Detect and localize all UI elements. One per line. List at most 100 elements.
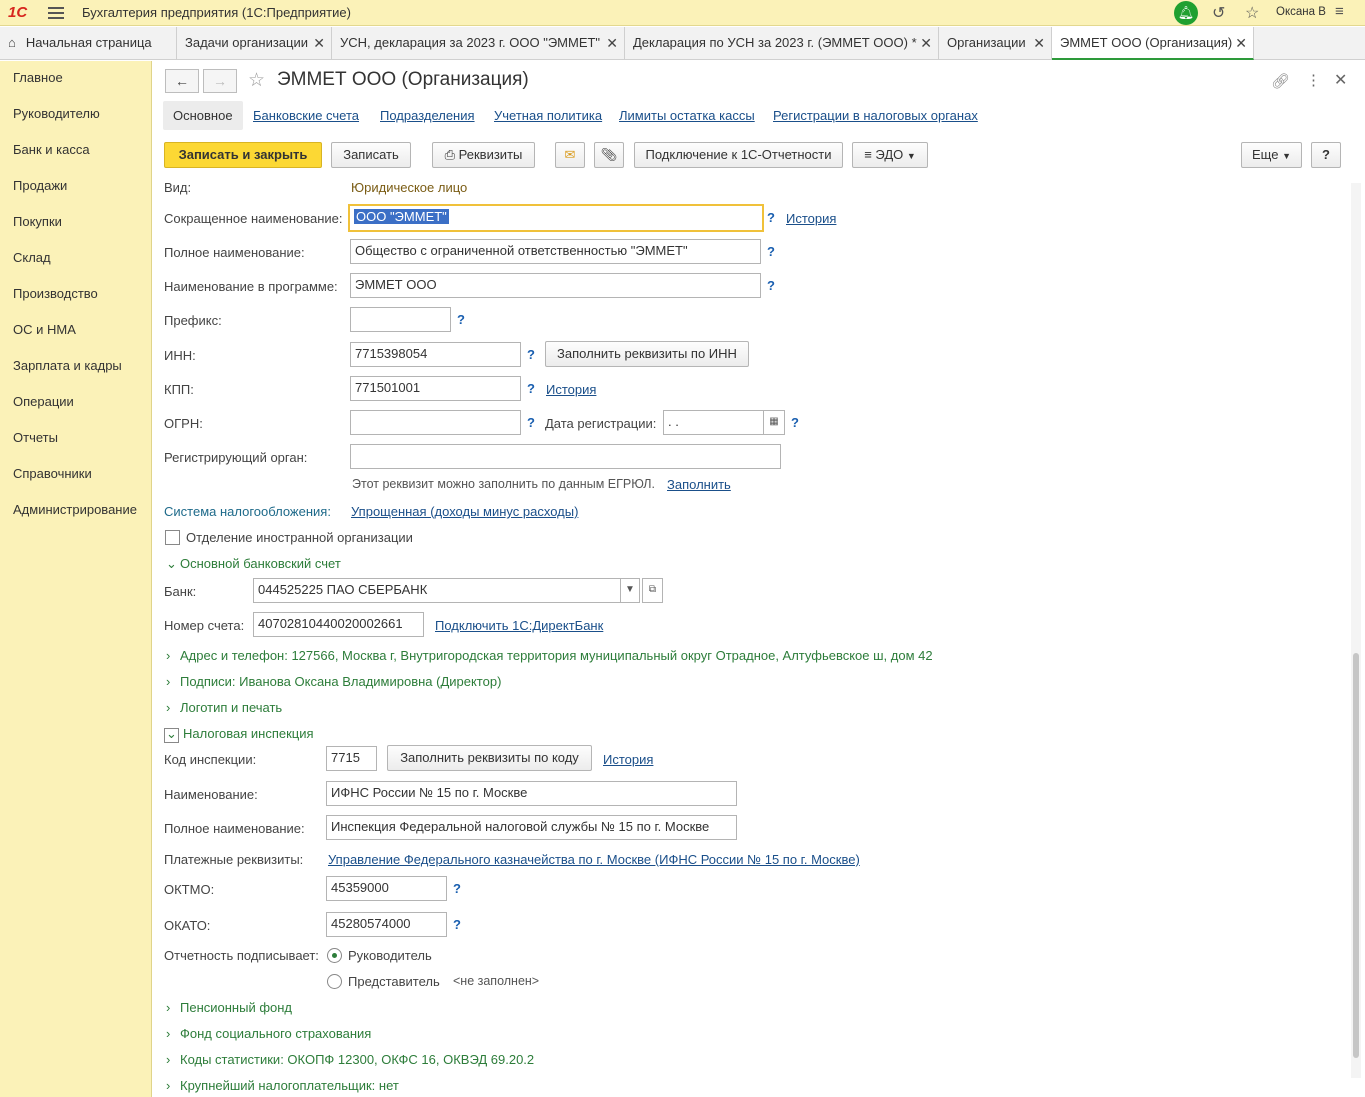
close-icon[interactable]: ✕ [920,27,932,59]
help-button[interactable]: ? [1311,142,1341,168]
signer-rep-radio[interactable] [327,974,342,989]
help-icon[interactable]: ? [767,210,775,225]
more-actions-icon[interactable]: ⋮ [1306,71,1321,89]
stat-codes-expander[interactable]: › Коды статистики: ОКОПФ 12300, ОКФС 16, … [166,1052,534,1067]
help-icon[interactable]: ? [453,881,461,896]
requisites-button[interactable]: ⎙ Реквизиты [432,142,535,168]
tab-usn-declaration[interactable]: УСН, декларация за 2023 г. ООО "ЭММЕТ" ✕ [332,27,625,60]
foreign-branch-checkbox[interactable] [165,530,180,545]
close-icon[interactable]: ✕ [313,27,325,59]
prefix-input[interactable] [350,307,451,332]
address-expander[interactable]: › Адрес и телефон: 127566, Москва г, Внут… [166,648,933,663]
scrollbar-thumb[interactable] [1353,653,1359,1058]
help-icon[interactable]: ? [527,381,535,396]
social-insurance-expander[interactable]: › Фонд социального страхования [166,1026,371,1041]
edo-button[interactable]: ≡ ЭДО ▼ [852,142,928,168]
close-icon[interactable]: ✕ [606,27,618,59]
vertical-scrollbar[interactable] [1351,183,1361,1078]
open-bank-icon[interactable]: ⧉ [642,578,663,603]
payment-details-link[interactable]: Управление Федерального казначейства по … [328,852,860,867]
inn-input[interactable]: 7715398054 [350,342,521,367]
reg-date-input[interactable]: . . [663,410,764,435]
logo-stamp-expander[interactable]: › Логотип и печать [166,700,282,715]
reg-org-input[interactable] [350,444,781,469]
tax-system-link[interactable]: Упрощенная (доходы минус расходы) [351,504,578,519]
email-icon[interactable]: ✉ [555,142,585,168]
tab-emmet-organization[interactable]: ЭММЕТ ООО (Организация) ✕ [1052,27,1254,60]
user-name[interactable]: Оксана В [1276,6,1326,18]
kpp-history-link[interactable]: История [546,382,596,397]
section-tab-subdivisions[interactable]: Подразделения [380,101,475,130]
kind-value[interactable]: Юридическое лицо [351,180,467,195]
help-icon[interactable]: ? [767,278,775,293]
history-icon[interactable]: ↺ [1212,3,1225,23]
kpp-input[interactable]: 771501001 [350,376,521,401]
section-tab-accounting-policy[interactable]: Учетная политика [494,101,602,130]
inspection-full-name-input[interactable]: Инспекция Федеральной налоговой службы №… [326,815,737,840]
forward-button[interactable]: → [203,69,237,93]
save-and-close-button[interactable]: Записать и закрыть [164,142,322,168]
inspection-history-link[interactable]: История [603,752,653,767]
pension-fund-expander[interactable]: › Пенсионный фонд [166,1000,292,1015]
sidebar-item-salary[interactable]: Зарплата и кадры [13,358,122,373]
help-icon[interactable]: ? [791,415,799,430]
short-name-input[interactable]: ООО "ЭММЕТ" [348,204,764,232]
section-tab-bank-accounts[interactable]: Банковские счета [253,101,359,130]
program-name-input[interactable]: ЭММЕТ ООО [350,273,761,298]
account-number-input[interactable]: 40702810440020002661 [253,612,424,637]
tab-home[interactable]: ⌂ Начальная страница [0,27,177,60]
sidebar-item-reports[interactable]: Отчеты [13,430,58,445]
ogrn-input[interactable] [350,410,521,435]
more-button[interactable]: Еще ▼ [1241,142,1302,168]
calendar-icon[interactable]: ▦ [763,410,785,435]
close-icon[interactable]: ✕ [1235,27,1247,58]
short-name-history-link[interactable]: История [786,211,836,226]
signer-head-radio[interactable] [327,948,342,963]
fill-by-inn-button[interactable]: Заполнить реквизиты по ИНН [545,341,749,367]
sidebar-item-administration[interactable]: Администрирование [13,502,137,517]
bank-input[interactable]: 044525225 ПАО СБЕРБАНК [253,578,621,603]
directbank-link[interactable]: Подключить 1С:ДиректБанк [435,618,603,633]
sidebar-item-warehouse[interactable]: Склад [13,250,51,265]
section-tab-main[interactable]: Основное [163,101,243,130]
notification-bell-icon[interactable]: 🔔︎ [1174,1,1198,25]
largest-taxpayer-expander[interactable]: › Крупнейший налогоплательщик: нет [166,1078,399,1093]
fill-by-code-button[interactable]: Заполнить реквизиты по коду [387,745,592,771]
okato-input[interactable]: 45280574000 [326,912,447,937]
main-menu-icon[interactable] [48,4,64,20]
tax-office-expander[interactable]: ⌄ Налоговая инспекция [164,726,314,743]
close-icon[interactable]: ✕ [1033,27,1045,59]
help-icon[interactable]: ? [767,244,775,259]
section-tab-cash-limits[interactable]: Лимиты остатка кассы [619,101,755,130]
sidebar-item-production[interactable]: Производство [13,286,98,301]
attachment-icon[interactable]: 📎︎ [594,142,624,168]
sidebar-item-manager[interactable]: Руководителю [13,106,100,121]
tab-declaration-doc[interactable]: Декларация по УСН за 2023 г. (ЭММЕТ ООО)… [625,27,939,60]
sidebar-item-main[interactable]: Главное [13,70,63,85]
favorites-star-icon[interactable]: ☆ [1245,3,1259,23]
signatures-expander[interactable]: › Подписи: Иванова Оксана Владимировна (Д… [166,674,501,689]
tab-organizations[interactable]: Организации ✕ [939,27,1052,60]
link-icon[interactable]: 🔗︎ [1271,72,1290,90]
inspection-name-input[interactable]: ИФНС России № 15 по г. Москве [326,781,737,806]
oktmo-input[interactable]: 45359000 [326,876,447,901]
close-form-icon[interactable]: ✕ [1334,70,1347,90]
full-name-input[interactable]: Общество с ограниченной ответственностью… [350,239,761,264]
save-button[interactable]: Записать [331,142,411,168]
help-icon[interactable]: ? [527,415,535,430]
sidebar-item-purchases[interactable]: Покупки [13,214,62,229]
bank-section-expander[interactable]: ⌄ Основной банковский счет [166,556,341,572]
representative-value[interactable]: <не заполнен> [453,974,539,988]
dropdown-arrow-icon[interactable]: ▼ [620,578,640,603]
help-icon[interactable]: ? [457,312,465,327]
help-icon[interactable]: ? [527,347,535,362]
fill-egrul-link[interactable]: Заполнить [667,477,731,492]
sidebar-item-bank-cash[interactable]: Банк и касса [13,142,90,157]
sidebar-item-directories[interactable]: Справочники [13,466,92,481]
connect-reporting-button[interactable]: Подключение к 1С-Отчетности [634,142,843,168]
sidebar-item-operations[interactable]: Операции [13,394,74,409]
inspection-code-input[interactable]: 7715 [326,746,377,771]
settings-menu-icon[interactable]: ≡ [1335,3,1344,20]
back-button[interactable]: ← [165,69,199,93]
favorite-star-icon[interactable]: ☆ [248,69,265,92]
